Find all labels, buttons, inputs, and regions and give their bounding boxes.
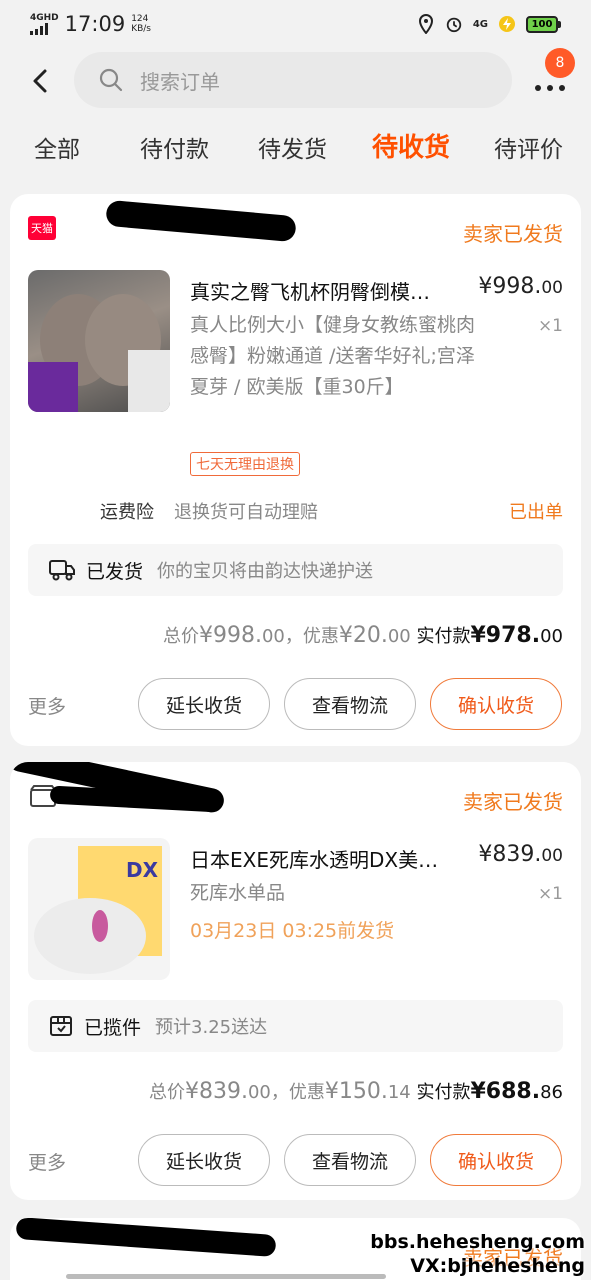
home-indicator [66,1274,386,1279]
insurance-label: 运费险 [100,502,154,523]
product-spec: 真人比例大小【健身女教练蜜桃肉感臀】粉嫩通道 /送奢华好礼;宫泽夏芽 / 欧美版… [190,314,476,398]
tab-pending-receipt[interactable]: 待收货 [372,127,450,164]
watermark: bbs.hehesheng.com VX:bjhehesheng [370,1231,585,1277]
redaction-mark [105,199,297,243]
product-title[interactable]: 真实之臀飞机杯阴臀倒模… [190,276,460,305]
confirm-receipt-button[interactable]: 确认收货 [430,1134,562,1186]
logistics-label: 已揽件 [84,1016,142,1039]
redaction-mark [15,1218,277,1258]
shop-header[interactable]: 天猫 [28,216,64,240]
battery-icon: 100 [526,15,561,33]
back-button[interactable] [26,66,56,96]
track-logistics-button[interactable]: 查看物流 [284,678,416,730]
network-indicator: 4GHD [30,12,59,35]
location-icon [417,14,435,34]
search-placeholder: 搜索订单 [140,69,220,94]
product-price: ¥839.00 [478,842,563,867]
status-bar: 4GHD 17:09 124 KB/s 4G 100 [0,0,591,48]
signal-icon [30,22,59,35]
logistics-text: 预计3.25送达 [155,1017,268,1038]
product-quantity: ×1 [537,884,563,904]
tab-pending-payment[interactable]: 待付款 [140,130,209,164]
alarm-icon [445,15,463,33]
more-actions-link[interactable]: 更多 [28,692,66,719]
tab-pending-shipment[interactable]: 待发货 [258,130,327,164]
product-quantity: ×1 [537,316,563,336]
back-arrow-icon [33,69,47,93]
search-icon [99,68,123,92]
track-logistics-button[interactable]: 查看物流 [284,1134,416,1186]
insurance-desc: 退换货可自动理赔 [174,502,318,523]
clock: 17:09 [64,12,126,36]
insurance-status: 已出单 [509,502,563,523]
search-row: 搜索订单 [0,52,591,110]
extend-receipt-button[interactable]: 延长收货 [138,1134,270,1186]
insurance-row: 运费险 退换货可自动理赔 [100,498,318,524]
return-policy-tag: 七天无理由退换 [190,452,300,476]
product-photo-icon [28,294,170,412]
confirm-receipt-button[interactable]: 确认收货 [430,678,562,730]
charging-icon [498,15,516,33]
truck-icon [49,560,75,581]
product-image[interactable]: DX [28,838,170,980]
order-card[interactable]: 天猫 卖家已发货 真实之臀飞机杯阴臀倒模… ¥998.00 真人比例大小【健身女… [10,194,581,746]
product-image[interactable] [28,270,170,412]
ship-deadline: 03月23日 03:25前发货 [190,920,395,942]
product-title[interactable]: 日本EXE死库水透明DX美… [190,844,460,873]
logistics-text: 你的宝贝将由韵达快递护送 [157,561,374,582]
logistics-status[interactable]: 已揽件 预计3.25送达 [28,1000,563,1052]
order-totals: 总价¥839.00，优惠¥150.14 实付款¥688.86 [148,1079,563,1104]
tab-pending-review[interactable]: 待评价 [494,130,563,164]
product-image-label: DX [126,858,159,882]
order-totals: 总价¥998.00，优惠¥20.00 实付款¥978.00 [162,623,563,648]
notification-badge: 8 [545,48,575,78]
seller-status: 卖家已发货 [463,790,563,814]
product-spec: 死库水单品 [190,882,286,904]
seller-status: 卖家已发货 [463,222,563,246]
product-price: ¥998.00 [478,274,563,299]
logistics-label: 已发货 [86,560,144,583]
package-icon [50,1016,72,1036]
search-input[interactable]: 搜索订单 [74,52,512,108]
network-type-right: 4G [472,18,488,30]
order-card[interactable]: 卖家已发货 DX 日本EXE死库水透明DX美… ¥839.00 死库水单品 ×1… [10,762,581,1200]
order-tabs: 全部 待付款 待发货 待收货 待评价 [0,130,591,174]
tmall-logo: 天猫 [28,216,56,240]
logistics-status[interactable]: 已发货 你的宝贝将由韵达快递护送 [28,544,563,596]
net-speed: 124 KB/s [131,14,151,34]
tab-all[interactable]: 全部 [34,130,80,164]
more-actions-link[interactable]: 更多 [28,1148,66,1175]
extend-receipt-button[interactable]: 延长收货 [138,678,270,730]
network-type: 4GHD [30,12,59,23]
